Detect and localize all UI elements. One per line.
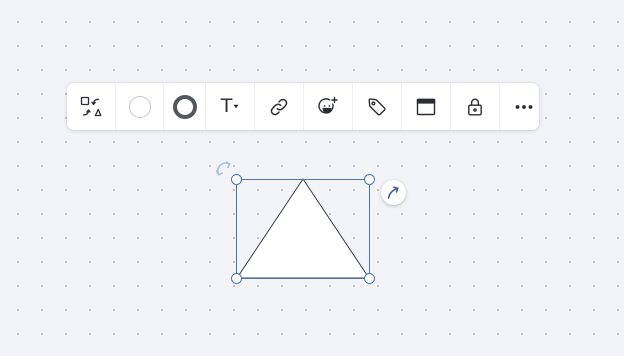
triangle-shape[interactable] <box>236 178 370 279</box>
resize-handle-top-right[interactable] <box>364 174 375 185</box>
connector-button[interactable] <box>381 180 406 205</box>
resize-handle-bottom-left[interactable] <box>231 273 242 284</box>
resize-handle-top-left[interactable] <box>231 174 242 185</box>
connector-arrow-icon <box>386 185 401 200</box>
resize-handle-bottom-right[interactable] <box>364 273 375 284</box>
canvas-layer <box>236 178 370 279</box>
